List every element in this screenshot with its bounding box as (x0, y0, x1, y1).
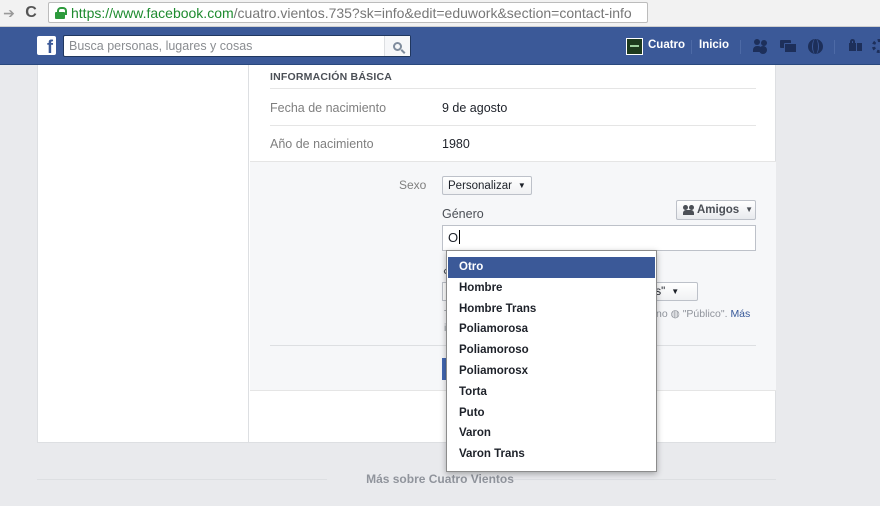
search-button[interactable] (384, 36, 410, 56)
sex-select[interactable]: Personalizar ▼ (442, 176, 532, 195)
audience-selector-button[interactable]: Amigos ▼ (676, 200, 756, 220)
gender-suggestions-dropdown: Otro Hombre Hombre Trans Poliamorosa Pol… (446, 250, 657, 472)
gender-option[interactable]: Varon Trans (448, 444, 655, 465)
gender-option[interactable]: Otro (448, 257, 655, 278)
more-link[interactable]: Más (730, 308, 750, 320)
audience-label: Amigos (697, 204, 740, 216)
public-audience-text: "Público". (682, 308, 728, 320)
url-path: /cuatro.vientos.735?sk=info&edit=eduwork… (233, 4, 632, 21)
gender-option[interactable]: Hombre (448, 278, 655, 299)
lock-icon (55, 6, 67, 19)
birthdate-value: 9 de agosto (442, 101, 508, 115)
help-text-suffix: no (656, 308, 668, 320)
header-divider (740, 40, 741, 54)
birthyear-label: Año de nacimiento (270, 137, 374, 151)
caret-down-icon: ▼ (745, 205, 754, 214)
sex-select-value: Personalizar (448, 180, 512, 192)
settings-gear-icon[interactable] (872, 39, 880, 53)
birthdate-label: Fecha de nacimiento (270, 101, 387, 115)
profile-avatar[interactable] (626, 38, 643, 55)
browser-toolbar: ➔ C https:// www.facebook.com /cuatro.vi… (0, 0, 880, 27)
reload-icon[interactable]: C (18, 4, 44, 22)
sex-label: Sexo (399, 178, 427, 192)
notifications-globe-icon[interactable] (808, 39, 823, 54)
birthyear-value: 1980 (442, 137, 470, 151)
gender-input-value: O (448, 230, 459, 245)
gender-option[interactable]: Poliamorosx (448, 361, 655, 382)
gender-option[interactable]: Torta (448, 382, 655, 403)
address-bar[interactable]: https:// www.facebook.com /cuatro.viento… (48, 2, 648, 23)
search-icon (393, 41, 402, 51)
divider (270, 125, 756, 126)
about-card: INFORMACIÓN BÁSICA Fecha de nacimiento 9… (37, 65, 776, 443)
help-text-partial-3: no ◍ "Público". Más (656, 308, 750, 320)
text-cursor (459, 230, 461, 244)
gender-label: Género (442, 207, 484, 221)
gender-option[interactable]: Poliamoroso (448, 340, 655, 361)
privacy-shortcuts-icon[interactable] (848, 39, 864, 53)
home-link[interactable]: Inicio (699, 39, 729, 51)
facebook-header: f Cuatro Inicio (0, 27, 880, 65)
gender-option[interactable]: Puto (448, 403, 655, 424)
search-box (63, 35, 411, 57)
public-globe-icon: ◍ (670, 308, 680, 320)
gender-option[interactable]: Hombre Trans (448, 299, 655, 320)
more-about-heading: Más sobre Cuatro Vientos (366, 472, 514, 486)
search-input[interactable] (64, 36, 384, 56)
gender-option[interactable]: Poliamorosa (448, 319, 655, 340)
basic-info-title: INFORMACIÓN BÁSICA (270, 71, 393, 83)
messages-icon[interactable] (780, 39, 797, 53)
caret-down-icon: ▼ (517, 181, 526, 190)
caret-down-icon: ▼ (671, 287, 680, 296)
divider (270, 88, 756, 89)
url-domain: www.facebook.com (113, 4, 234, 21)
friend-requests-icon[interactable] (753, 39, 769, 53)
header-divider (834, 40, 835, 54)
profile-link[interactable]: Cuatro (648, 39, 685, 51)
gender-input[interactable]: O (442, 225, 756, 251)
header-divider (691, 40, 692, 54)
about-sidebar (38, 65, 249, 443)
url-scheme: https:// (71, 4, 114, 21)
facebook-logo-icon[interactable]: f (37, 36, 56, 55)
gender-option[interactable]: Varon (448, 423, 655, 444)
forward-arrow-icon[interactable]: ➔ (0, 5, 18, 22)
friends-icon (683, 205, 695, 215)
